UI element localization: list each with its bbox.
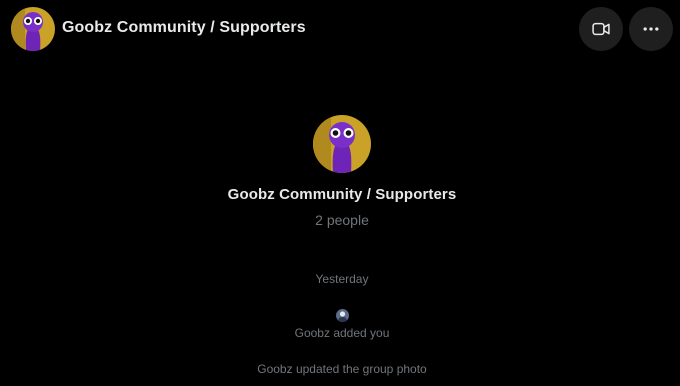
system-event-member-added: Goobz added you [294, 326, 390, 340]
group-profile-avatar[interactable] [313, 115, 371, 173]
event-user-avatar [336, 309, 349, 322]
header-title: Goobz Community / Supporters [62, 19, 306, 36]
more-options-button[interactable] [629, 7, 673, 51]
message-timestamp: Yesterday [315, 272, 369, 286]
purple-alien-avatar-icon [11, 7, 55, 51]
purple-alien-avatar-icon [313, 115, 371, 173]
group-name[interactable]: Goobz Community / Supporters [0, 186, 680, 203]
member-count[interactable]: 2 people [0, 212, 680, 228]
more-horizontal-icon [643, 27, 659, 31]
system-event-photo-updated: Goobz updated the group photo [257, 362, 427, 376]
video-camera-icon [592, 22, 610, 36]
user-avatar-icon [336, 309, 349, 322]
video-call-button[interactable] [579, 7, 623, 51]
conversation-header: Goobz Community / Supporters [0, 0, 680, 58]
group-avatar[interactable] [11, 7, 55, 51]
